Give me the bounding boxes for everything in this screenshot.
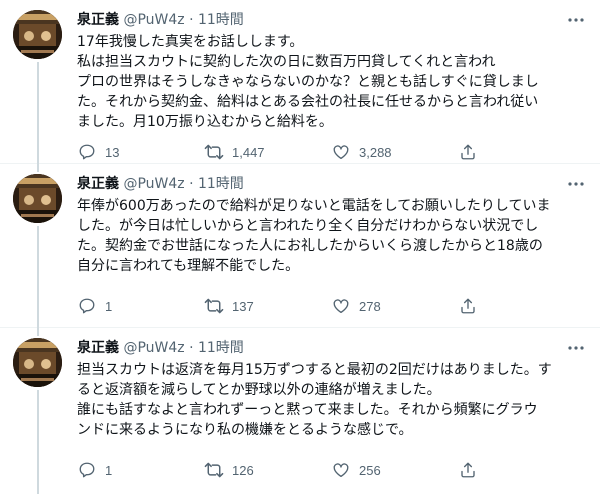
tweet-3[interactable]: 泉正義 @PuW4z · 11時間 担当スカウトは返済を毎月15万ずつすると最初… <box>0 328 600 494</box>
like-button[interactable]: 256 <box>331 460 458 480</box>
more-horizontal-icon <box>568 18 584 22</box>
thread-connector <box>37 164 39 172</box>
share-button[interactable] <box>458 296 486 316</box>
tweet-line: た。契約金でお世話になった人にお礼したからいくら渡したからと18歳の <box>77 238 543 254</box>
reply-button[interactable]: 13 <box>77 142 204 162</box>
retweet-icon <box>204 460 224 480</box>
heart-icon <box>331 142 351 162</box>
retweet-icon <box>204 296 224 316</box>
separator-dot: · <box>189 176 194 192</box>
retweet-count: 137 <box>232 298 254 314</box>
tweet-header: 泉正義 @PuW4z · 11時間 <box>77 10 244 30</box>
retweet-button[interactable]: 1,447 <box>204 142 331 162</box>
display-name[interactable]: 泉正義 <box>77 340 119 356</box>
share-icon <box>458 460 478 480</box>
like-button[interactable]: 3,288 <box>331 142 458 162</box>
tweet-text: 17年我慢した真実をお話しします。 私は担当スカウトに契約した次の日に数百万円貸… <box>77 32 592 132</box>
timestamp[interactable]: 11時間 <box>198 12 244 28</box>
thread-connector <box>37 226 39 328</box>
reply-count: 13 <box>105 144 120 160</box>
tweet-text: 担当スカウトは返済を毎月15万ずつすると最初の2回だけはありました。す ると返済… <box>77 360 592 440</box>
thread-connector <box>37 390 39 494</box>
reply-icon <box>77 296 97 316</box>
like-count: 256 <box>359 462 381 478</box>
timestamp[interactable]: 11時間 <box>198 340 244 356</box>
retweet-count: 1,447 <box>232 144 265 160</box>
reply-count: 1 <box>105 298 113 314</box>
user-handle[interactable]: @PuW4z <box>123 176 184 192</box>
user-handle[interactable]: @PuW4z <box>123 340 184 356</box>
separator-dot: · <box>189 12 194 28</box>
tweet-line: 年俸が600万あったので給料が足りないと電話をしてお願いしたりしていま <box>77 198 551 214</box>
reply-button[interactable]: 1 <box>77 296 204 316</box>
share-button[interactable] <box>458 460 486 480</box>
avatar[interactable] <box>13 10 62 59</box>
heart-icon <box>331 460 351 480</box>
tweet-line: 17年我慢した真実をお話しします。 <box>77 34 304 50</box>
more-options-button[interactable] <box>564 174 588 194</box>
more-horizontal-icon <box>568 346 584 350</box>
share-icon <box>458 296 478 316</box>
more-horizontal-icon <box>568 182 584 186</box>
heart-icon <box>331 296 351 316</box>
thread-connector <box>37 328 39 336</box>
tweet-line: ンドに来るようになり私の機嫌をとるような感じで。 <box>77 422 413 438</box>
avatar[interactable] <box>13 174 62 223</box>
retweet-button[interactable]: 137 <box>204 296 331 316</box>
more-options-button[interactable] <box>564 10 588 30</box>
tweet-line: た。それから契約金、給料はとある会社の社長に任せるからと言われ従い <box>77 94 539 110</box>
tweet-line: ると返済額を減らしてとか野球以外の連絡が増えました。 <box>77 382 441 398</box>
like-button[interactable]: 278 <box>331 296 458 316</box>
tweet-line: した。が今日は忙しいからと言われたり全く自分だけわからない状況でし <box>77 218 539 234</box>
tweet-2[interactable]: 泉正義 @PuW4z · 11時間 年俸が600万あったので給料が足りないと電話… <box>0 164 600 328</box>
display-name[interactable]: 泉正義 <box>77 12 119 28</box>
tweet-line: 誰にも話すなよと言われずーっと黙って来ました。それから頻繁にグラウ <box>77 402 538 418</box>
display-name[interactable]: 泉正義 <box>77 176 119 192</box>
timestamp[interactable]: 11時間 <box>198 176 244 192</box>
tweet-line: 私は担当スカウトに契約した次の日に数百万円貸してくれと言われ <box>77 54 496 70</box>
reply-icon <box>77 460 97 480</box>
more-options-button[interactable] <box>564 338 588 358</box>
tweet-actions: 13 1,447 3,288 <box>77 142 517 162</box>
tweet-actions: 1 126 256 <box>77 460 517 480</box>
avatar[interactable] <box>13 338 62 387</box>
user-handle[interactable]: @PuW4z <box>123 12 184 28</box>
separator-dot: · <box>189 340 194 356</box>
tweet-line: プロの世界はそうしなきゃならないのかな？と親とも話しすぐに貸しまし <box>77 74 539 90</box>
like-count: 3,288 <box>359 144 392 160</box>
timeline: 泉正義 @PuW4z · 11時間 17年我慢した真実をお話しします。 私は担当… <box>0 0 600 494</box>
retweet-count: 126 <box>232 462 254 478</box>
tweet-text: 年俸が600万あったので給料が足りないと電話をしてお願いしたりしていま した。が… <box>77 196 592 276</box>
thread-connector <box>37 62 39 164</box>
tweet-header: 泉正義 @PuW4z · 11時間 <box>77 174 244 194</box>
reply-count: 1 <box>105 462 113 478</box>
retweet-button[interactable]: 126 <box>204 460 331 480</box>
reply-button[interactable]: 1 <box>77 460 204 480</box>
share-button[interactable] <box>458 142 486 162</box>
share-icon <box>458 142 478 162</box>
tweet-header: 泉正義 @PuW4z · 11時間 <box>77 338 244 358</box>
tweet-line: 自分に言われても理解不能でした。 <box>77 258 300 274</box>
retweet-icon <box>204 142 224 162</box>
tweet-actions: 1 137 278 <box>77 296 517 316</box>
tweet-1[interactable]: 泉正義 @PuW4z · 11時間 17年我慢した真実をお話しします。 私は担当… <box>0 0 600 164</box>
tweet-line: ました。月10万振り込むからと給料を。 <box>77 114 333 130</box>
like-count: 278 <box>359 298 381 314</box>
tweet-line: 担当スカウトは返済を毎月15万ずつすると最初の2回だけはありました。す <box>77 362 552 378</box>
reply-icon <box>77 142 97 162</box>
